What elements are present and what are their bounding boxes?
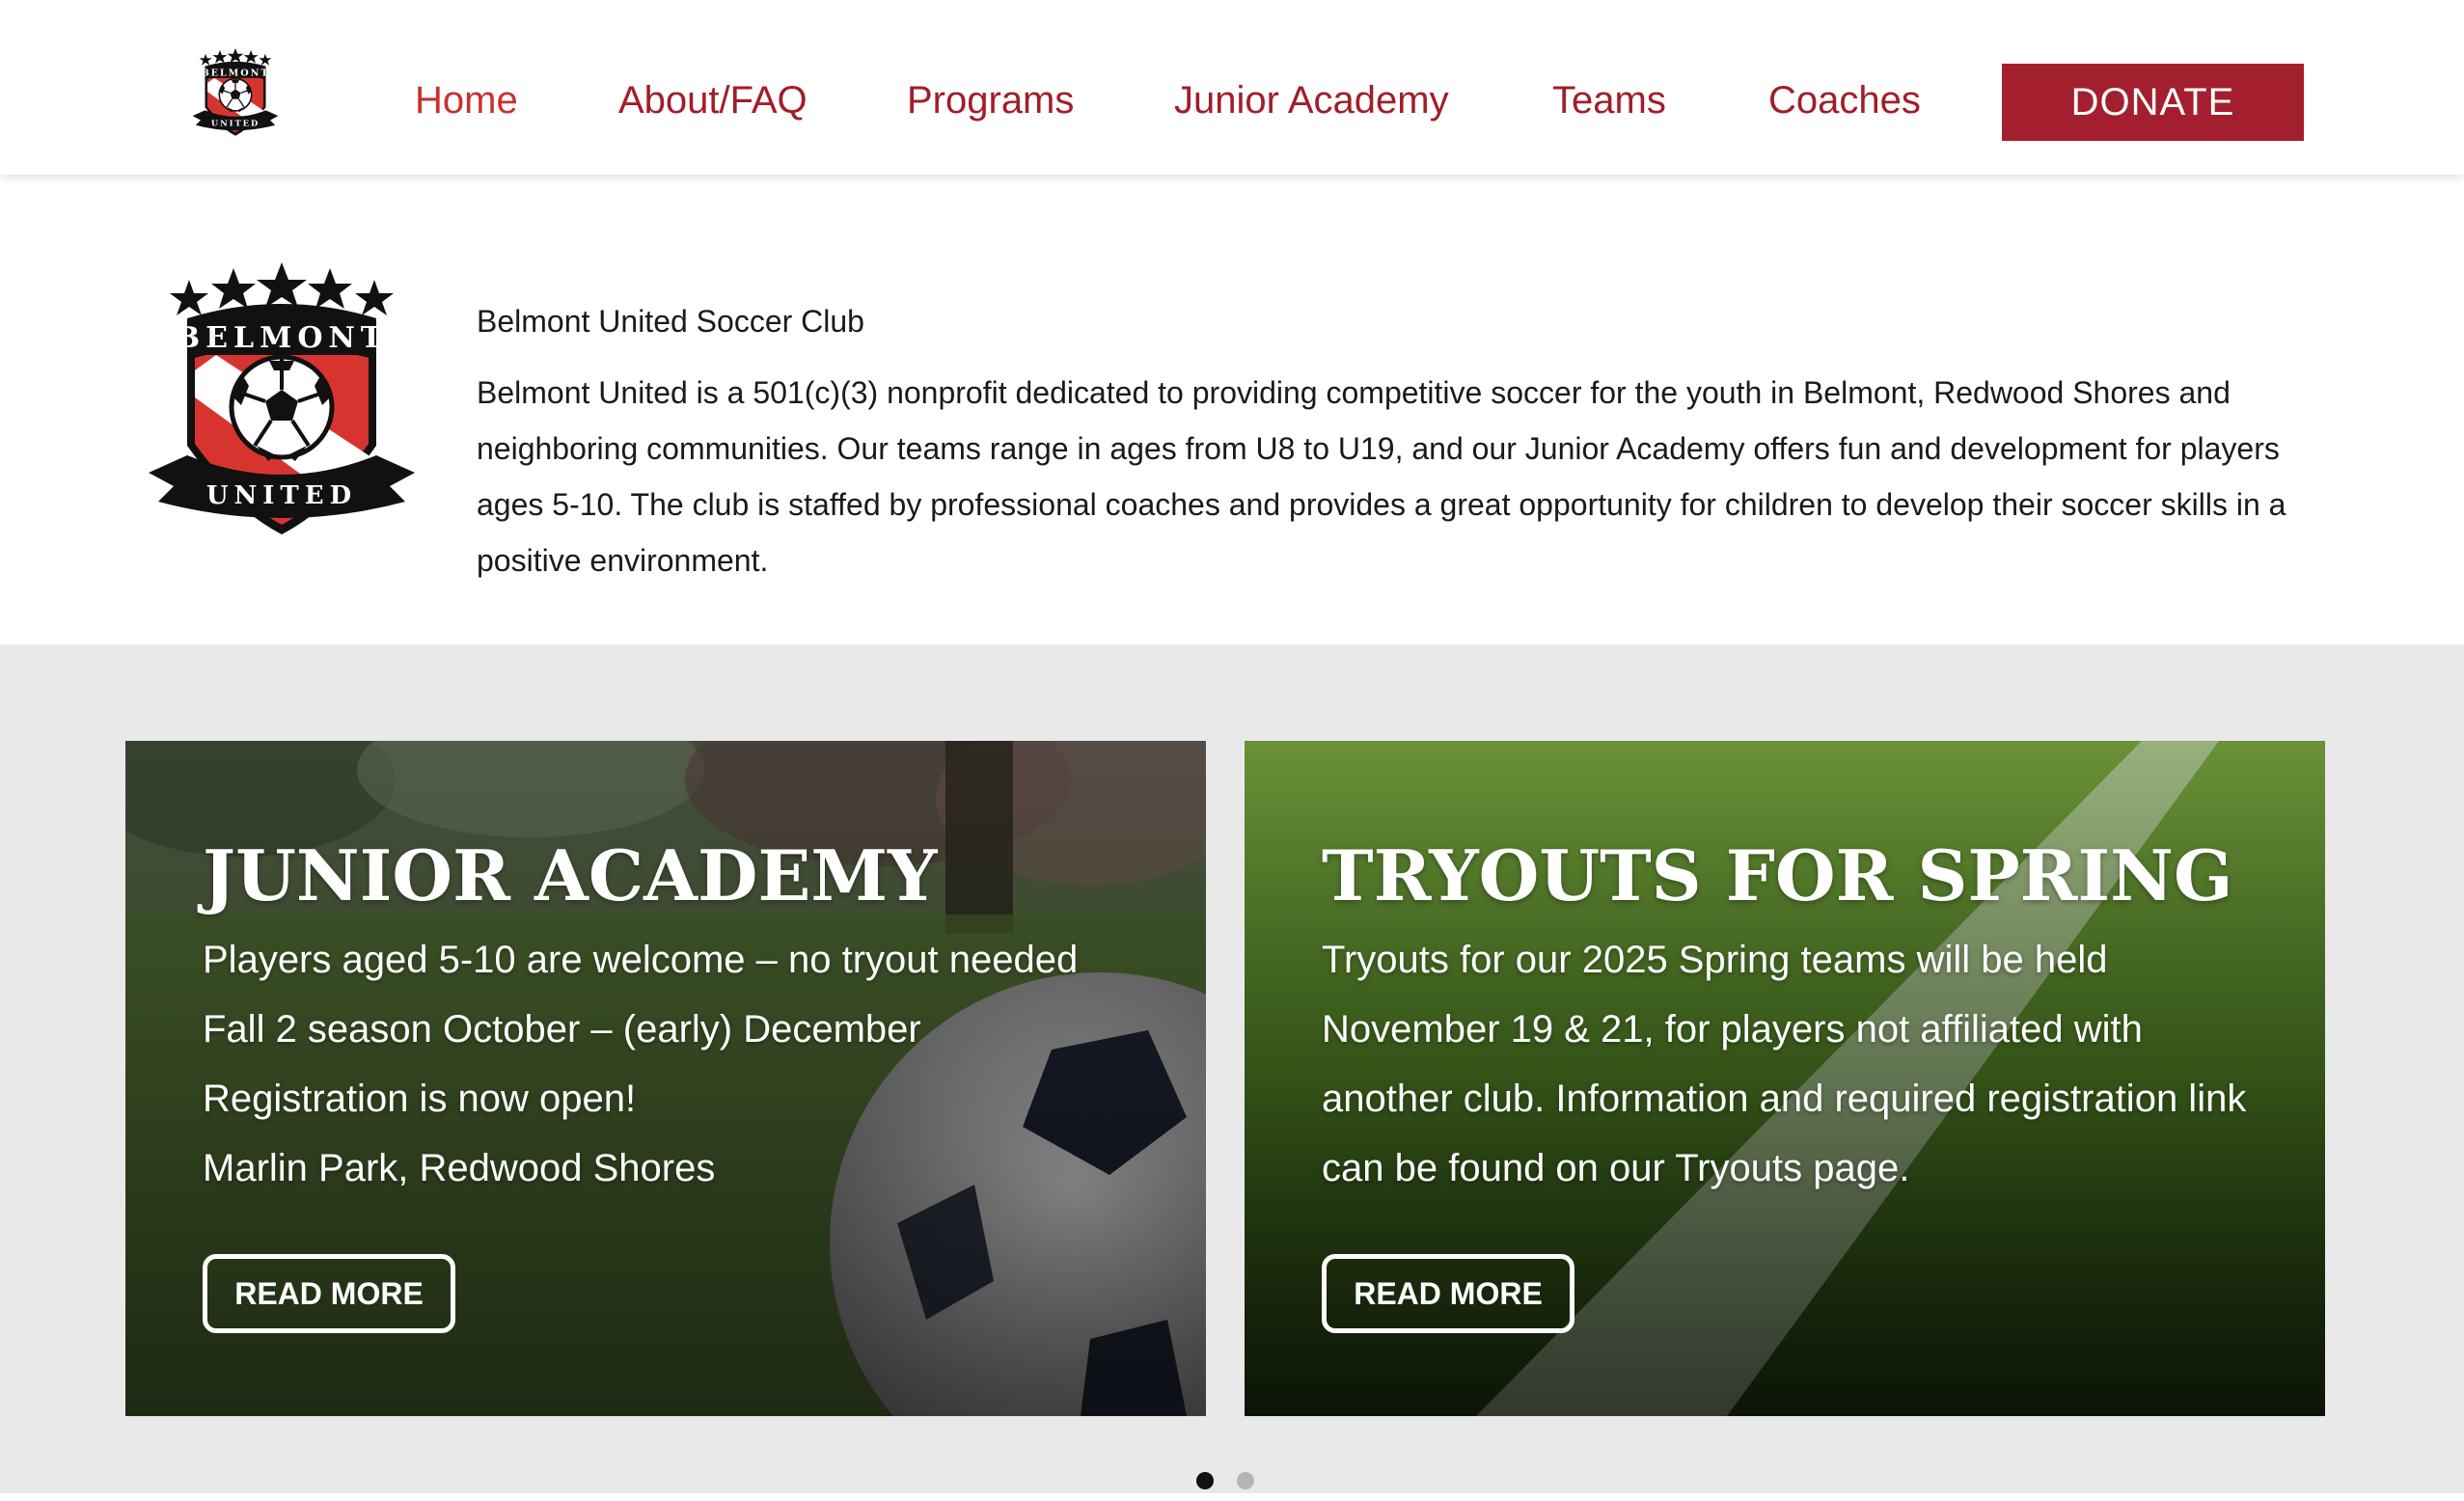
nav-programs[interactable]: Programs bbox=[907, 73, 1074, 127]
intro-description: Belmont United is a 501(c)(3) nonprofit … bbox=[477, 375, 2286, 578]
slider-dot-1[interactable] bbox=[1196, 1472, 1214, 1489]
card-line: Players aged 5-10 are welcome – no tryou… bbox=[203, 939, 1079, 981]
nav-junior-academy[interactable]: Junior Academy bbox=[1174, 73, 1449, 127]
junior-academy-content: JUNIOR ACADEMY Players aged 5-10 are wel… bbox=[203, 832, 1167, 1203]
tryouts-card: TRYOUTS FOR SPRING Tryouts for our 2025 … bbox=[1245, 741, 2325, 1416]
junior-academy-read-more-button[interactable]: READ MORE bbox=[203, 1254, 455, 1333]
nav-teams[interactable]: Teams bbox=[1552, 73, 1666, 127]
club-crest-logo: BELMONT UNITED bbox=[149, 262, 415, 534]
tryouts-read-more-button[interactable]: READ MORE bbox=[1322, 1254, 1574, 1333]
crest-bottom-text: UNITED bbox=[206, 481, 357, 510]
junior-academy-card: JUNIOR ACADEMY Players aged 5-10 are wel… bbox=[125, 741, 1206, 1416]
site-header: BELMONT UNITED Home About/FAQ Programs J… bbox=[0, 0, 2464, 175]
tryouts-content: TRYOUTS FOR SPRING Tryouts for our 2025 … bbox=[1322, 832, 2286, 1203]
nav-about-faq[interactable]: About/FAQ bbox=[618, 73, 808, 127]
feature-cards-section: JUNIOR ACADEMY Players aged 5-10 are wel… bbox=[0, 644, 2464, 1493]
donate-button[interactable]: DONATE bbox=[2002, 64, 2304, 141]
tryouts-title: TRYOUTS FOR SPRING bbox=[1322, 834, 2233, 916]
tryouts-description: Tryouts for our 2025 Spring teams will b… bbox=[1322, 939, 2247, 1189]
intro-section: BELMONT UNITED Belmont United Soccer Clu… bbox=[0, 175, 2464, 644]
intro-title: Belmont United Soccer Club bbox=[477, 304, 864, 339]
card-line: Registration is now open! bbox=[203, 1078, 637, 1120]
nav-coaches[interactable]: Coaches bbox=[1768, 73, 1921, 127]
card-line: Fall 2 season October – (early) December bbox=[203, 1008, 921, 1051]
crest-top-text: BELMONT bbox=[176, 321, 388, 355]
nav-home[interactable]: Home bbox=[415, 73, 518, 127]
card-line: Marlin Park, Redwood Shores bbox=[203, 1147, 716, 1189]
slider-dot-2[interactable] bbox=[1237, 1472, 1254, 1489]
slider-pagination bbox=[0, 1472, 2464, 1501]
junior-academy-title: JUNIOR ACADEMY bbox=[203, 834, 938, 916]
